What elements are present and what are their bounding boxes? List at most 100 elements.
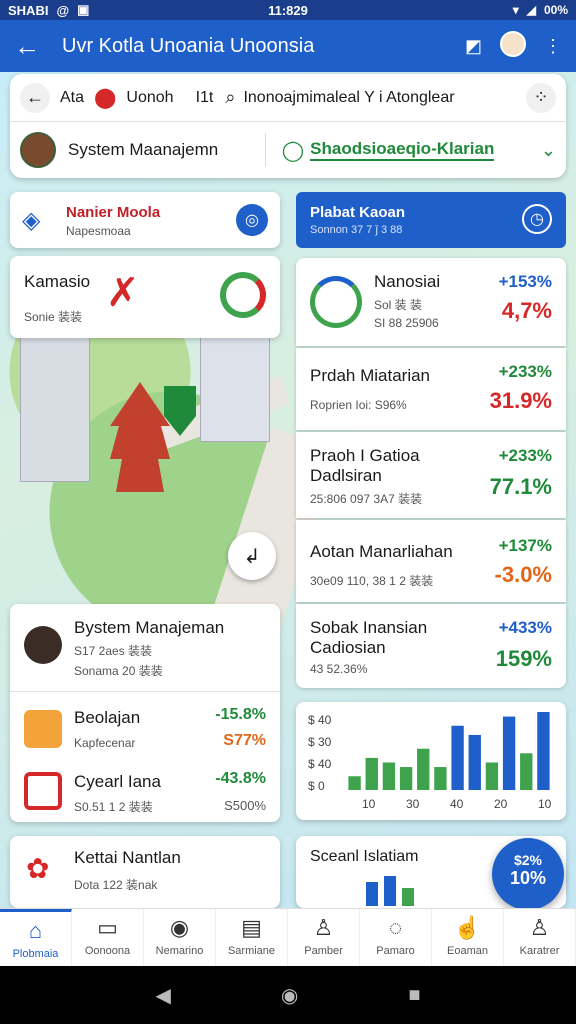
search-card: ← Ata ⬤ Uonoh I1t ⌕ Inonoajmimaleal Y i … xyxy=(10,74,566,178)
stat-name: Nanosiai xyxy=(374,272,441,291)
percent-fab[interactable]: $2% 10% xyxy=(492,838,564,910)
highlight-subtitle: Sonnon 37 7 ǰ 3 88 xyxy=(310,224,403,236)
y-tick-label: $ 30 xyxy=(308,735,332,749)
shop-icon xyxy=(24,772,62,810)
chart-bar xyxy=(468,734,481,790)
nav-item-home[interactable]: ⌂ Plobmaia xyxy=(0,909,72,966)
stat-card[interactable]: Sobak Inansian Cadiosian 43 52.36% +433%… xyxy=(296,604,566,688)
stat-sub: 25:806 097 3A7 装装 xyxy=(310,492,423,506)
list-item[interactable]: Cyearl Iana S0.51 1 2 装装 -43.8% S500% xyxy=(10,764,280,822)
avatar xyxy=(24,626,62,664)
location-icon: ◌ xyxy=(388,915,403,940)
x-tick-label: 10 xyxy=(538,797,552,811)
stat-value: 159% xyxy=(495,646,552,671)
system-label: System Maanajemn xyxy=(68,140,219,159)
kamasio-title: Kamasio xyxy=(24,272,91,291)
globe-icon: ◉ xyxy=(169,915,190,940)
nav-item-book[interactable]: ▭ Oonoona xyxy=(72,909,144,966)
list-item-change: -15.8% xyxy=(215,706,266,723)
stat-change: +233% xyxy=(498,362,552,381)
nav-item-like[interactable]: ☝ Eoaman xyxy=(432,909,504,966)
bar-chart-card[interactable]: $ 40 $ 30 $ 40 $ 0 10 30 40 20 10 xyxy=(296,702,566,820)
stat-sub: 43 52.36% xyxy=(310,662,368,676)
highlight-card[interactable]: Plabat Kaoan Sonnon 37 7 ǰ 3 88 ◷ xyxy=(296,192,566,248)
user-avatar[interactable] xyxy=(500,30,526,62)
profile-sub: S17 2aes 装装 xyxy=(74,644,153,658)
x-tick-label: 40 xyxy=(450,797,464,811)
stat-card[interactable]: Praoh I Gatioa Dadlsiran 25:806 097 3A7 … xyxy=(296,432,566,518)
x-tick-label: 30 xyxy=(406,797,420,811)
chart-bar xyxy=(434,767,447,790)
search-input[interactable]: Inonoajmimaleal Y i Atonglear xyxy=(243,89,454,107)
system-nav-bar: ◀ ◉ ■ xyxy=(0,966,576,1024)
stat-card[interactable]: Aotan Manarliahan 30e09 110, 38 1 2 装装 +… xyxy=(296,520,566,602)
stat-value: 4,7% xyxy=(501,298,552,323)
chart-bar xyxy=(417,748,430,790)
list-item-change: -43.8% xyxy=(215,770,266,787)
chart-bar xyxy=(451,725,464,790)
stat-card[interactable]: Prdah Miatarian Roprien Ioi: S96% +233% … xyxy=(296,348,566,430)
stat-value: 31.9% xyxy=(489,388,552,413)
search-round-icon[interactable]: ◎ xyxy=(236,204,268,236)
x-tick-label: 20 xyxy=(494,797,508,811)
kettai-name: Kettai Nantlan xyxy=(74,848,181,867)
route-arrow-icon: ✗ xyxy=(106,271,140,315)
chart-bar xyxy=(485,762,499,790)
route-label: I1t xyxy=(195,88,214,106)
map-compass-button[interactable]: ↲ xyxy=(228,532,276,580)
avatar xyxy=(20,132,56,168)
nav-card-title: Nanier Moola xyxy=(66,204,161,221)
system-home-icon[interactable]: ◉ xyxy=(281,983,298,1008)
stat-name-2: Dadlsiran xyxy=(310,466,382,485)
highlight-title: Plabat Kaoan xyxy=(310,204,406,221)
mini-bar xyxy=(366,882,378,906)
nav-item-account[interactable]: ♙ Karatrer xyxy=(504,909,576,966)
chart-bar xyxy=(365,757,378,790)
y-tick-label: $ 0 xyxy=(308,779,325,793)
system-link[interactable]: Shaodsioaeqio-Klarian xyxy=(310,139,495,161)
chart-bar xyxy=(399,767,413,790)
back-button[interactable]: ← xyxy=(20,82,50,113)
chart-bar xyxy=(502,716,516,790)
app-bar: ← Uvr Kotla Unoania Unoonsia ◩ ⋮ xyxy=(0,20,576,72)
list-item-name: Cyearl Iana xyxy=(74,772,161,791)
stat-sub: Sol 装 装 xyxy=(374,298,423,312)
navigation-card[interactable]: ◈ Nanier Moola Napesmoaa ◎ xyxy=(10,192,280,248)
person-icon: ♙ xyxy=(313,915,334,940)
profile-card: Bystem Manajeman S17 2aes 装装 Sonama 20 装… xyxy=(10,604,280,822)
chart-logo-icon xyxy=(310,276,362,328)
list-item-name: Beolajan xyxy=(74,708,141,727)
system-back-icon[interactable]: ◀ xyxy=(156,983,171,1008)
y-tick-label: $ 40 xyxy=(308,713,332,727)
search-icon: ⌕ xyxy=(225,87,236,107)
diamond-icon: ◈ xyxy=(22,207,41,234)
list-item-sub: S0.51 1 2 装装 xyxy=(74,800,153,814)
stat-change: +433% xyxy=(498,618,552,637)
location-pin-icon: ⬤ xyxy=(94,87,117,109)
more-menu-icon[interactable]: ⋮ xyxy=(544,36,562,57)
nav-item-notifications[interactable]: ◉ Nemarino xyxy=(144,909,216,966)
bar-chart: $ 40 $ 30 $ 40 $ 0 10 30 40 20 10 xyxy=(308,712,552,811)
grid-menu-icon[interactable]: ⁘ xyxy=(526,82,556,113)
chevron-down-icon[interactable]: ⌄ xyxy=(541,140,556,161)
profile-row[interactable]: Bystem Manajeman S17 2aes 装装 Sonama 20 装… xyxy=(10,604,280,692)
nav-item-profile[interactable]: ♙ Pamber xyxy=(288,909,360,966)
flower-icon: ✿ xyxy=(26,853,50,884)
nav-item-location[interactable]: ◌ Pamaro xyxy=(360,909,432,966)
user-icon: ♙ xyxy=(529,915,550,940)
stat-card[interactable]: Nanosiai Sol 装 装 SI 88 25906 +153% 4,7% xyxy=(296,258,566,346)
stat-value: 77.1% xyxy=(489,474,552,499)
list-item[interactable]: Beolajan Kapfecenar -15.8% S77% xyxy=(10,700,280,760)
bottom-nav: ⌂ Plobmaia ▭ Oonoona ◉ Nemarino ▤ Sarmiane ♙… xyxy=(0,908,576,966)
nav-card-subtitle: Napesmoaa xyxy=(66,224,131,238)
stat-sub: 30e09 110, 38 1 2 装装 xyxy=(310,574,434,588)
home-icon: ⌂ xyxy=(28,918,43,943)
nav-item-messages[interactable]: ▤ Sarmiane xyxy=(216,909,288,966)
clock-icon[interactable]: ◷ xyxy=(522,204,552,234)
kettai-card[interactable]: ✿ Kettai Nantlan Dota 122 装nak xyxy=(10,836,280,908)
back-arrow-icon[interactable]: ← xyxy=(14,31,48,62)
profile-sub-2: Sonama 20 装装 xyxy=(74,664,163,678)
kamasio-card[interactable]: Kamasio Sonie 装装 ✗ xyxy=(10,256,280,338)
system-recents-icon[interactable]: ■ xyxy=(408,984,420,1007)
cast-icon[interactable]: ◩ xyxy=(465,36,482,57)
